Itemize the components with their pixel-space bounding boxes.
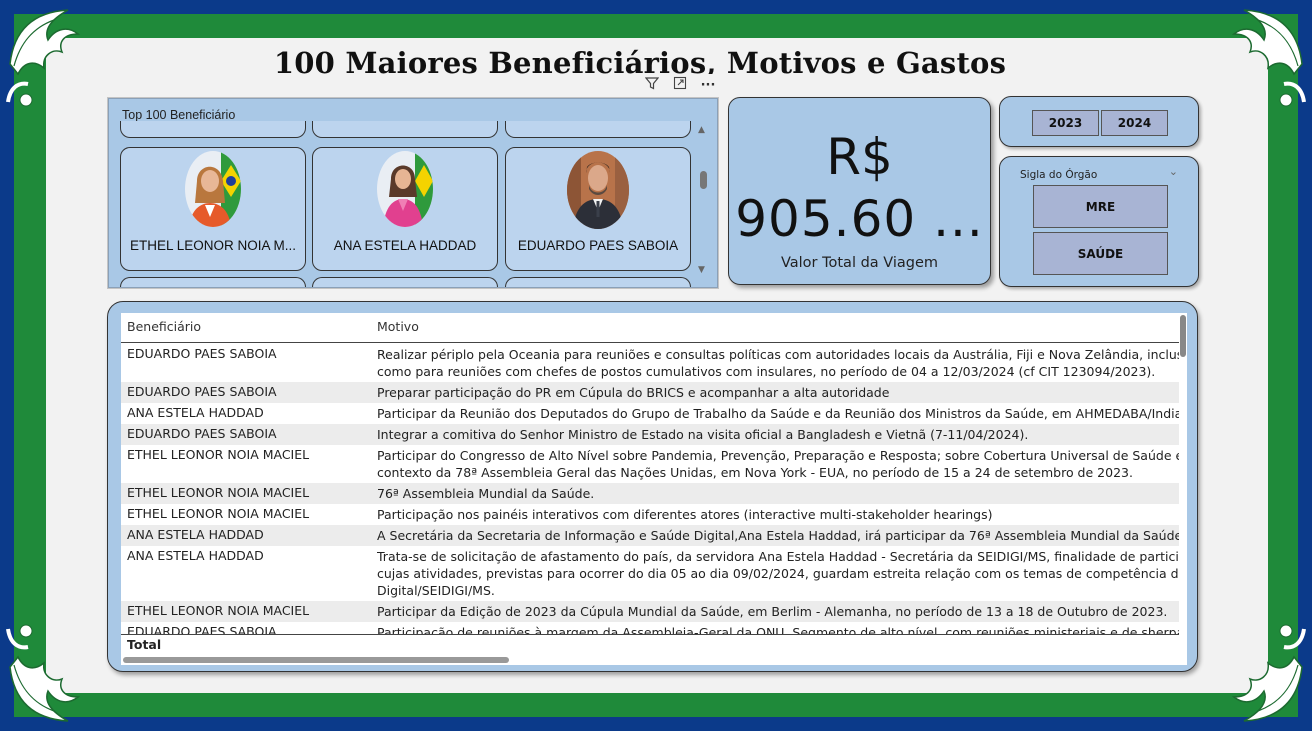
- table-vertical-scrollbar[interactable]: [1179, 313, 1187, 655]
- table-horizontal-scrollbar[interactable]: [121, 655, 1179, 665]
- table-row[interactable]: ANA ESTELA HADDAD Trata-se de solicitação…: [121, 546, 1179, 601]
- table-row[interactable]: EDUARDO PAES SABOIA Realizar périplo pela…: [121, 344, 1179, 382]
- cell-motivo: Participação nos painéis interativos com…: [377, 507, 993, 522]
- table-row[interactable]: ETHEL LEONOR NOIA MACIEL Participar da Ed…: [121, 601, 1179, 622]
- table-row[interactable]: EDUARDO PAES SABOIA Integrar a comitiva d…: [121, 424, 1179, 445]
- scroll-up-icon[interactable]: ▲: [698, 125, 705, 135]
- cell-beneficiario: ETHEL LEONOR NOIA MACIEL: [127, 603, 310, 618]
- cell-beneficiario: ETHEL LEONOR NOIA MACIEL: [127, 485, 310, 500]
- year-button-2023[interactable]: 2023: [1032, 110, 1099, 136]
- cell-motivo: 76ª Assembleia Mundial da Saúde.: [377, 486, 595, 501]
- cell-motivo: Realizar périplo pela Oceania para reuni…: [377, 347, 1179, 379]
- card-partial-top[interactable]: [312, 121, 498, 138]
- filter-icon[interactable]: [642, 76, 662, 94]
- card-partial-bottom[interactable]: [505, 277, 691, 287]
- beneficiary-card[interactable]: EDUARDO PAES SABOIA: [505, 147, 691, 271]
- card-partial-bottom[interactable]: [120, 277, 306, 287]
- scrollbar-thumb[interactable]: [700, 171, 707, 189]
- organ-button-saude[interactable]: SAÚDE: [1033, 232, 1168, 275]
- cell-motivo: Participar do Congresso de Alto Nível so…: [377, 448, 1179, 480]
- cell-motivo: Preparar participação do PR em Cúpula do…: [377, 385, 890, 400]
- card-partial-top[interactable]: [505, 121, 691, 138]
- cell-beneficiario: ANA ESTELA HADDAD: [127, 548, 264, 563]
- scroll-down-icon[interactable]: ▼: [698, 265, 705, 275]
- beneficiary-photo: [377, 151, 433, 227]
- cell-motivo: Integrar a comitiva do Senhor Ministro d…: [377, 427, 1029, 442]
- more-options-icon[interactable]: ···: [698, 78, 718, 93]
- beneficiary-name: ETHEL LEONOR NOIA M...: [129, 238, 297, 253]
- beneficiary-card[interactable]: ETHEL LEONOR NOIA M...: [120, 147, 306, 271]
- cell-beneficiario: EDUARDO PAES SABOIA: [127, 346, 277, 361]
- corner-ornament-icon: [1231, 9, 1306, 107]
- chevron-down-icon[interactable]: ⌄: [1169, 165, 1178, 178]
- scrollbar-thumb[interactable]: [123, 657, 509, 663]
- cell-beneficiario: ANA ESTELA HADDAD: [127, 527, 264, 542]
- beneficiary-table-panel: Beneficiário Motivo EDUARDO PAES SABOIA R…: [107, 301, 1198, 672]
- cell-beneficiario: ETHEL LEONOR NOIA MACIEL: [127, 447, 310, 462]
- table-header: Beneficiário Motivo: [121, 313, 1187, 343]
- table-row[interactable]: ETHEL LEONOR NOIA MACIEL Participação nos…: [121, 504, 1179, 525]
- cell-motivo: A Secretária da Secretaria de Informação…: [377, 528, 1179, 543]
- corner-ornament-icon: [1231, 624, 1306, 722]
- total-trip-value-card: R$ 905.60 ... Valor Total da Viagem: [728, 97, 991, 285]
- table-body: EDUARDO PAES SABOIA Realizar périplo pela…: [121, 344, 1179, 643]
- cell-beneficiario: ETHEL LEONOR NOIA MACIEL: [127, 506, 310, 521]
- year-slicer: 2023 2024: [999, 96, 1199, 147]
- table-row[interactable]: ANA ESTELA HADDAD Participar da Reunião d…: [121, 403, 1179, 424]
- cards-scrollbar[interactable]: ▲ ▼: [697, 125, 709, 277]
- table-total-row: Total: [121, 634, 1187, 654]
- cell-beneficiario: EDUARDO PAES SABOIA: [127, 426, 277, 441]
- scrollbar-thumb[interactable]: [1180, 315, 1186, 357]
- table-row[interactable]: EDUARDO PAES SABOIA Preparar participação…: [121, 382, 1179, 403]
- cell-beneficiario: EDUARDO PAES SABOIA: [127, 384, 277, 399]
- beneficiary-name: ANA ESTELA HADDAD: [333, 238, 477, 253]
- year-button-2024[interactable]: 2024: [1101, 110, 1168, 136]
- column-header-beneficiario[interactable]: Beneficiário: [127, 319, 201, 334]
- kpi-value-currency: R$: [826, 128, 893, 186]
- organ-slicer: Sigla do Órgão ⌄ MRE SAÚDE: [999, 156, 1199, 287]
- table-row[interactable]: ANA ESTELA HADDAD A Secretária da Secreta…: [121, 525, 1179, 546]
- top100-beneficiary-visual[interactable]: Top 100 Beneficiário ETHEL LEONOR NOIA M…: [108, 98, 718, 288]
- corner-ornament-icon: [6, 9, 81, 107]
- cell-motivo: Trata-se de solicitação de afastamento d…: [377, 549, 1179, 598]
- cell-motivo: Participar da Reunião dos Deputados do G…: [377, 406, 1179, 421]
- organ-button-mre[interactable]: MRE: [1033, 185, 1168, 228]
- kpi-value-amount: 905.60 ...: [735, 190, 984, 248]
- beneficiary-card[interactable]: ANA ESTELA HADDAD: [312, 147, 498, 271]
- card-partial-bottom[interactable]: [312, 277, 498, 287]
- table-row[interactable]: ETHEL LEONOR NOIA MACIEL Participar do Co…: [121, 445, 1179, 483]
- beneficiary-photo: [185, 151, 241, 227]
- beneficiary-reason-table: Beneficiário Motivo EDUARDO PAES SABOIA R…: [121, 313, 1187, 665]
- visual-toolbar: ···: [638, 74, 722, 96]
- organ-slicer-header: Sigla do Órgão: [1020, 169, 1098, 181]
- beneficiary-photo: [567, 151, 629, 229]
- corner-ornament-icon: [6, 624, 81, 722]
- kpi-label: Valor Total da Viagem: [780, 255, 939, 271]
- table-row[interactable]: ETHEL LEONOR NOIA MACIEL 76ª Assembleia M…: [121, 483, 1179, 504]
- focus-mode-icon[interactable]: [670, 76, 690, 94]
- beneficiary-name: EDUARDO PAES SABOIA: [517, 238, 679, 253]
- column-header-motivo[interactable]: Motivo: [377, 319, 419, 334]
- cell-beneficiario: ANA ESTELA HADDAD: [127, 405, 264, 420]
- top100-header: Top 100 Beneficiário: [122, 108, 236, 122]
- cell-motivo: Participar da Edição de 2023 da Cúpula M…: [377, 604, 1168, 619]
- card-partial-top[interactable]: [120, 121, 306, 138]
